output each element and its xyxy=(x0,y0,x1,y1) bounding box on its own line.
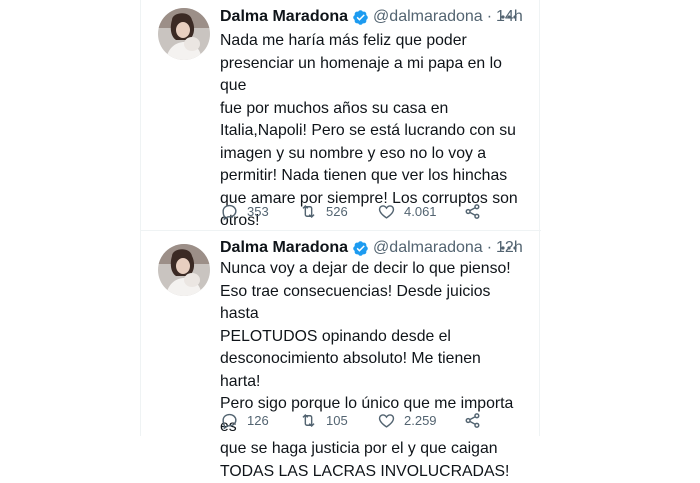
separator-dot: · xyxy=(486,239,493,256)
avatar[interactable] xyxy=(158,8,210,60)
avatar[interactable] xyxy=(158,244,210,296)
author-handle[interactable]: @dalmaradona xyxy=(373,8,483,26)
retweet-button[interactable]: 526 xyxy=(299,202,377,221)
reply-button[interactable]: 126 xyxy=(220,411,299,430)
author-name[interactable]: Dalma Maradona xyxy=(220,239,348,257)
share-button[interactable] xyxy=(463,411,482,430)
like-count: 4.061 xyxy=(404,203,437,219)
author-handle[interactable]: @dalmaradona xyxy=(373,239,483,257)
reply-button[interactable]: 353 xyxy=(220,202,299,221)
retweet-button[interactable]: 105 xyxy=(299,411,377,430)
tweet-actions: 126 105 2.259 xyxy=(220,409,520,431)
tweet-text: Nunca voy a dejar de decir lo que pienso… xyxy=(220,260,514,480)
like-count: 2.259 xyxy=(404,412,437,428)
separator-dot: · xyxy=(486,8,493,25)
reply-icon xyxy=(222,204,237,221)
heart-icon xyxy=(378,413,395,428)
share-button[interactable] xyxy=(463,202,482,221)
tweet[interactable]: Dalma Maradona @dalmaradona · 12h Nunca … xyxy=(141,231,541,480)
share-icon xyxy=(465,412,480,428)
tweet-feed: Dalma Maradona @dalmaradona · 14h Nada m… xyxy=(140,0,541,480)
reply-icon xyxy=(222,413,237,430)
more-horizontal-icon[interactable] xyxy=(499,242,519,256)
share-icon xyxy=(465,203,480,219)
retweet-count: 105 xyxy=(326,412,348,428)
more-horizontal-icon[interactable] xyxy=(499,11,519,25)
author-name[interactable]: Dalma Maradona xyxy=(220,8,348,26)
tweet[interactable]: Dalma Maradona @dalmaradona · 14h Nada m… xyxy=(141,0,541,231)
like-button[interactable]: 2.259 xyxy=(377,411,463,430)
retweet-icon xyxy=(302,413,315,427)
tweet-actions: 353 526 4.061 xyxy=(220,200,520,222)
like-button[interactable]: 4.061 xyxy=(377,202,463,221)
reply-count: 126 xyxy=(247,412,269,428)
tweet-header: Dalma Maradona @dalmaradona · 12h xyxy=(220,238,527,258)
retweet-count: 526 xyxy=(326,203,348,219)
reply-count: 353 xyxy=(247,203,269,219)
retweet-icon xyxy=(302,204,315,218)
heart-icon xyxy=(378,204,395,219)
tweet-header: Dalma Maradona @dalmaradona · 14h xyxy=(220,7,527,27)
verified-badge-icon xyxy=(352,240,369,257)
verified-badge-icon xyxy=(352,9,369,26)
